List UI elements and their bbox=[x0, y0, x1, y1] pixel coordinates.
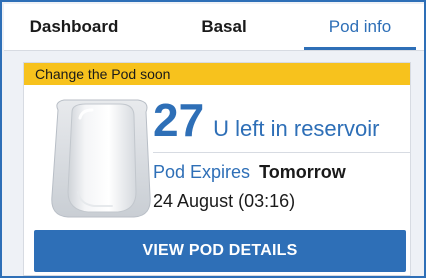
pod-device-icon bbox=[51, 99, 151, 218]
change-pod-alert-banner: Change the Pod soon bbox=[24, 63, 410, 85]
view-pod-details-button[interactable]: VIEW POD DETAILS bbox=[34, 230, 406, 272]
reservoir-readout: 27 U left in reservoir bbox=[153, 97, 379, 143]
pod-expires-row: Pod Expires Tomorrow bbox=[153, 162, 346, 183]
pod-info-card: Change the Pod soon 27 U left in reservo… bbox=[23, 62, 411, 276]
pod-expiry-date: 24 August (03:16) bbox=[153, 191, 296, 211]
pod-expires-label: Pod Expires bbox=[153, 162, 251, 182]
tab-bar: Dashboard Basal Pod info bbox=[4, 4, 424, 51]
app-frame: Dashboard Basal Pod info Change the Pod … bbox=[0, 0, 426, 278]
tab-bar-divider bbox=[4, 50, 424, 51]
reservoir-label: U left in reservoir bbox=[213, 116, 380, 141]
card-divider bbox=[153, 152, 410, 153]
tab-pod-info[interactable]: Pod info bbox=[304, 4, 416, 50]
tab-basal[interactable]: Basal bbox=[144, 4, 304, 50]
reservoir-value: 27 bbox=[153, 94, 205, 146]
pod-expires-value: Tomorrow bbox=[259, 162, 346, 182]
tab-dashboard[interactable]: Dashboard bbox=[4, 4, 144, 50]
